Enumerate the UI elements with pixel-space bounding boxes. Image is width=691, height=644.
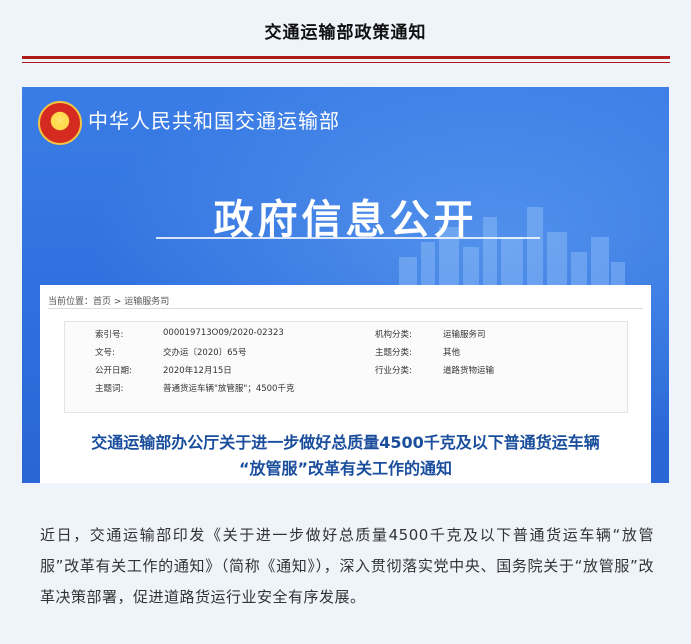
info-row: 文号: 交办运〔2020〕65号 主题分类: 其他 xyxy=(65,342,627,360)
document-info-table: 索引号: 000019713O09/2020-02323 机构分类: 运输服务司… xyxy=(64,321,628,413)
document-title-line2: “放管服”改革有关工作的通知 xyxy=(238,459,453,478)
document-title-line1: 交通运输部办公厅关于进一步做好总质量4500千克及以下普通货运车辆 xyxy=(91,433,600,452)
date-label: 公开日期: xyxy=(95,366,132,376)
header-divider xyxy=(22,56,670,59)
breadcrumb: 当前位置：首页 > 运输服务司 xyxy=(48,297,170,307)
article-header-title: 交通运输部政策通知 xyxy=(264,23,427,43)
section-title-underline xyxy=(156,237,540,239)
topic-value: 其他 xyxy=(443,348,461,358)
doc-number-value: 交办运〔2020〕65号 xyxy=(163,348,247,358)
national-emblem-icon: ★ xyxy=(38,101,82,145)
ministry-name: 中华人民共和国交通运输部 xyxy=(88,109,340,133)
industry-label: 行业分类: xyxy=(375,366,412,376)
info-row: 索引号: 000019713O09/2020-02323 机构分类: 运输服务司 xyxy=(65,324,627,342)
index-value: 000019713O09/2020-02323 xyxy=(163,328,284,338)
industry-value: 道路货物运输 xyxy=(443,366,495,376)
keyword-label: 主题词: xyxy=(95,384,124,394)
announcement-image: ★ 中华人民共和国交通运输部 政府信息公开 当前位置：首页 > 运输服务司 索引… xyxy=(22,87,669,483)
keyword-value: 普通货运车辆"放管服"；4500千克 xyxy=(163,384,295,394)
index-label: 索引号: xyxy=(95,330,124,340)
info-row: 主题词: 普通货运车辆"放管服"；4500千克 xyxy=(65,378,627,396)
header-divider-thin xyxy=(22,62,670,63)
org-value: 运输服务司 xyxy=(443,330,486,340)
breadcrumb-divider xyxy=(48,308,643,309)
org-label: 机构分类: xyxy=(375,330,412,340)
topic-label: 主题分类: xyxy=(375,348,412,358)
document-panel: 当前位置：首页 > 运输服务司 索引号: 000019713O09/2020-0… xyxy=(40,285,651,483)
article-paragraph: 近日，交通运输部印发《关于进一步做好总质量4500千克及以下普通货运车辆“放管服… xyxy=(40,526,654,606)
doc-number-label: 文号: xyxy=(95,348,115,358)
date-value: 2020年12月15日 xyxy=(163,366,232,376)
info-row: 公开日期: 2020年12月15日 行业分类: 道路货物运输 xyxy=(65,360,627,378)
